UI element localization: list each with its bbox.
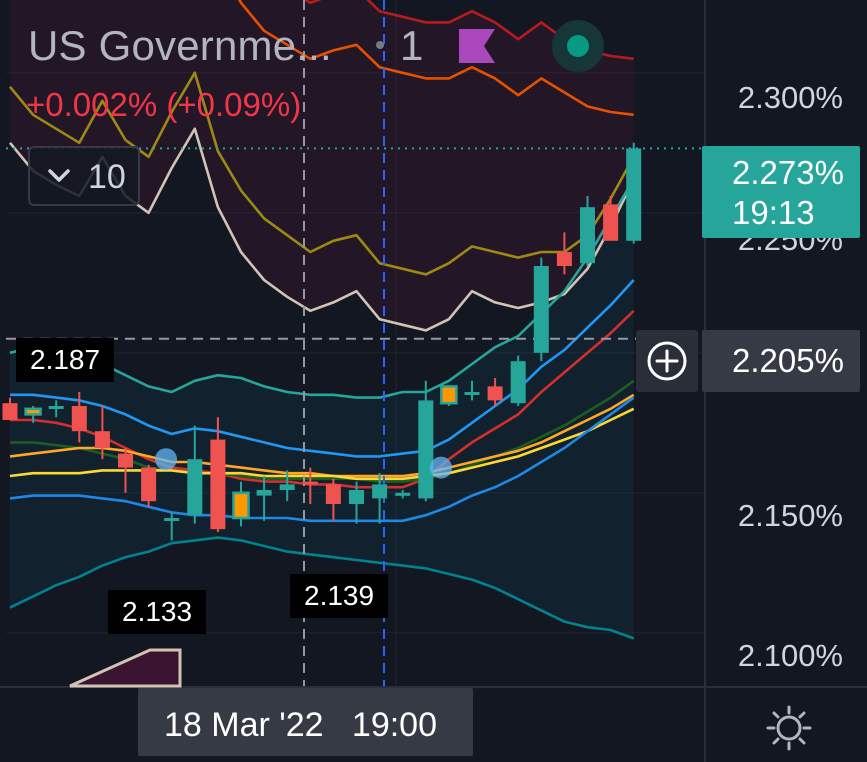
flag-icon[interactable] [458, 28, 496, 64]
candle-body [2, 403, 18, 420]
candle-body [187, 459, 203, 516]
candle-body [118, 453, 133, 468]
crosshair-time-label: 18 Mar '22 19:00 [138, 688, 473, 756]
candle-body [510, 361, 526, 404]
candle-body [210, 439, 226, 530]
candle-body [48, 406, 64, 409]
gear-icon[interactable] [764, 703, 814, 753]
candle-body [556, 252, 572, 266]
candle-body [279, 484, 295, 490]
candle-body [372, 484, 388, 499]
interval-label[interactable]: 1 [400, 22, 423, 70]
low-price-label: 2.133 [108, 590, 207, 634]
candle-body [71, 406, 87, 432]
candle-body [440, 385, 458, 405]
price-change: +0.002% (+0.09%) [26, 86, 302, 123]
low-price-label-2: 2.139 [290, 574, 389, 618]
candle [440, 385, 458, 406]
candle-body [232, 491, 250, 520]
candle-body [580, 207, 595, 264]
bar-countdown: 19:13 [732, 194, 815, 231]
chart-window[interactable]: US Governme... 1 +0.002% (+0.09%) 10 2.3… [0, 0, 867, 762]
candle [141, 464, 157, 507]
candle-body [141, 467, 157, 502]
candle-body [533, 266, 549, 353]
candle-body [302, 481, 318, 485]
high-price-label: 2.187 [16, 338, 115, 382]
candle-body [487, 386, 503, 401]
crosshair-price-label: 2.205% [702, 330, 860, 392]
add-alert-button[interactable] [636, 330, 698, 392]
candle-body [395, 492, 411, 496]
candle-body [164, 518, 180, 521]
candle-body [464, 392, 480, 395]
candle-body [603, 204, 619, 241]
crosshair-time: 18 Mar '22 19:00 [164, 706, 437, 744]
candle-body [256, 490, 272, 496]
legend-separator-dot [376, 41, 384, 49]
collapse-indicators-button[interactable]: 10 [28, 146, 140, 206]
candle-body [418, 400, 434, 499]
signal-marker [155, 448, 177, 471]
candle-body [24, 407, 42, 416]
candle-body [325, 484, 341, 504]
chevron-down-icon [48, 169, 70, 182]
price-tick: 2.300% [737, 80, 843, 115]
candle [510, 355, 526, 406]
symbol-title[interactable]: US Governme... [28, 22, 332, 70]
indicator-count: 10 [88, 158, 126, 196]
signal-marker [430, 456, 452, 479]
candle-body [349, 490, 364, 504]
price-tick: 2.100% [737, 638, 843, 673]
market-status-icon[interactable] [552, 20, 604, 72]
last-price: 2.273% [732, 154, 844, 191]
candle-body [94, 431, 110, 448]
candle-body [626, 148, 642, 241]
last-price-badge: 2.273% 19:13 [702, 146, 860, 238]
crosshair-price: 2.205% [732, 342, 844, 379]
candle [533, 257, 549, 362]
plus-circle-icon [647, 341, 687, 381]
candle [626, 142, 642, 244]
price-tick: 2.150% [737, 498, 843, 533]
